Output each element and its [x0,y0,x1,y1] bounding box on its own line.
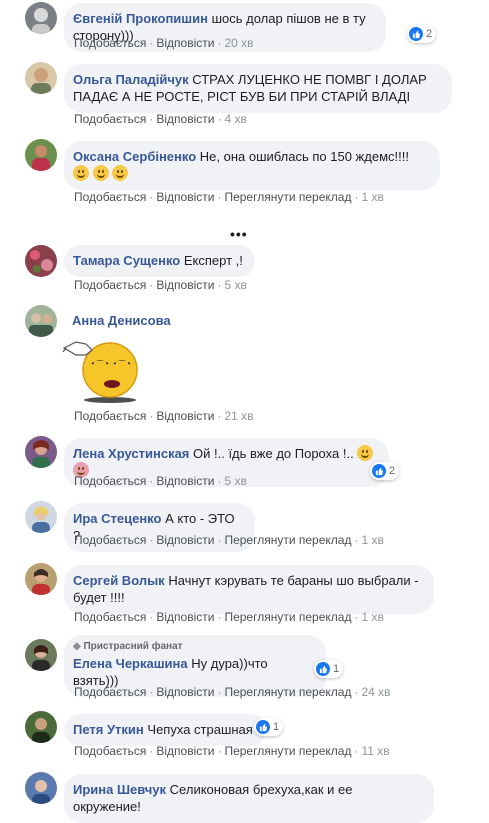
timestamp[interactable]: 4 хв [224,112,246,126]
comment-bubble: Тамара Сущенко Експерт ,! [64,245,255,277]
timestamp[interactable]: 1 хв [361,190,383,204]
like-reaction-icon [256,720,270,734]
comment-author[interactable]: Ирина Шевчук [73,782,166,797]
comment-author[interactable]: Ира Стеценко [73,511,161,526]
top-fan-label: Пристрасний фанат [83,641,183,652]
reply-button[interactable]: Відповісти [156,533,214,547]
diamond-icon: ◆ [73,641,81,652]
comment-text: Експерт ,! [183,253,243,268]
timestamp[interactable]: 1 хв [361,610,383,624]
reaction-count[interactable]: 2 [370,462,400,480]
reply-button[interactable]: Відповісти [156,474,214,488]
comment-author[interactable]: Ольга Паладійчук [73,72,189,87]
reaction-count[interactable]: 1 [314,660,344,678]
like-button[interactable]: Подобається [74,610,146,624]
comment-actions: Подобається · Відповісти · Переглянути перек… [74,190,384,204]
comment-actions: Подобається · Відповісти · Переглянути перек… [74,744,390,758]
reaction-number: 1 [333,663,340,675]
reply-button[interactable]: Відповісти [156,112,214,126]
comment-actions: Подобається · Відповісти · Переглянути перек… [74,533,384,547]
comment-bubble: Ольга Паладійчук СТРАХ ЛУЦЕНКО НЕ ПОМВГ … [64,64,452,113]
like-reaction-icon [316,662,330,676]
comment-actions: Подобається · Відповісти · 4 хв [74,112,247,126]
like-button[interactable]: Подобається [74,36,146,50]
like-button[interactable]: Подобається [74,190,146,204]
comment-author[interactable]: Анна Денисова [72,313,171,328]
avatar[interactable] [25,772,57,804]
comment-bubble: Оксана Сербіненко Не, она ошиблась по 15… [64,141,440,190]
comment-author[interactable]: Сергей Волык [73,573,165,588]
timestamp[interactable]: 1 хв [361,533,383,547]
comment-text: Не, она ошиблась по 150 ждемс!!!! [199,149,409,164]
comment-actions: Подобається · Відповісти · 5 хв [74,278,247,292]
avatar[interactable] [25,501,57,533]
timestamp[interactable]: 11 хв [361,744,389,758]
like-button[interactable]: Подобається [74,685,146,699]
comment-bubble: Ирина Шевчук Селиконовая брехуха,как и е… [64,774,434,823]
avatar[interactable] [25,711,57,743]
comment-author[interactable]: Тамара Сущенко [73,253,180,268]
avatar[interactable] [25,2,57,34]
avatar[interactable] [25,305,57,337]
comment-author[interactable]: Євгеній Прокопишин [73,11,208,26]
comment-text: Чепуха страшная [147,722,253,737]
comment-author[interactable]: Оксана Сербіненко [73,149,196,164]
reaction-number: 2 [389,465,396,477]
timestamp[interactable]: 5 хв [224,278,246,292]
comment-bubble: Сергей Волык Начнут кэрувать те бараны ш… [64,565,434,614]
more-comments-button[interactable]: ••• [230,226,248,242]
comment-actions: Подобається · Відповісти · 21 хв [74,409,254,423]
like-button[interactable]: Подобається [74,278,146,292]
timestamp[interactable]: 5 хв [224,474,246,488]
avatar[interactable] [25,139,57,171]
reaction-number: 1 [273,721,280,733]
reaction-number: 2 [426,28,433,40]
astonished-emoji-icon [357,445,374,461]
like-reaction-icon [409,27,423,41]
timestamp[interactable]: 24 хв [361,685,390,699]
reply-button[interactable]: Відповісти [156,36,214,50]
comment-author[interactable]: Лена Хрустинская [73,446,189,461]
reply-button[interactable]: Відповісти [156,409,214,423]
avatar[interactable] [25,62,57,94]
reply-button[interactable]: Відповісти [156,278,214,292]
grinning-emoji-icon [92,165,109,181]
avatar[interactable] [25,639,57,671]
comment-actions: Подобається · Відповісти · Переглянути перек… [74,610,384,624]
timestamp[interactable]: 20 хв [224,36,253,50]
comment-bubble: Петя Уткин Чепуха страшная [64,714,266,746]
avatar[interactable] [25,563,57,595]
like-button[interactable]: Подобається [74,533,146,547]
like-button[interactable]: Подобається [74,112,146,126]
grinning-emoji-icon [112,165,129,181]
like-button[interactable]: Подобається [74,474,146,488]
reply-button[interactable]: Відповісти [156,190,214,204]
avatar[interactable] [25,245,57,277]
comment-actions: Подобається · Відповісти · Переглянути перек… [74,685,391,699]
comment-actions: Подобається · Відповісти · 5 хв [74,474,247,488]
avatar[interactable] [25,436,57,468]
see-translation-link[interactable]: Переглянути переклад [224,533,351,547]
reply-button[interactable]: Відповісти [156,610,214,624]
like-reaction-icon [372,464,386,478]
comment-actions: Подобається · Відповісти · 20 хв [74,36,254,50]
reply-button[interactable]: Відповісти [156,685,214,699]
see-translation-link[interactable]: Переглянути переклад [224,744,351,758]
reaction-count[interactable]: 1 [254,718,284,736]
comment-text: Ой !.. їдь вже до Пороха !.. [193,446,354,461]
see-translation-link[interactable]: Переглянути переклад [224,190,351,204]
reaction-count[interactable]: 2 [407,25,437,43]
comment-author[interactable]: Петя Уткин [73,722,144,737]
grinning-emoji-icon [73,165,89,181]
see-translation-link[interactable]: Переглянути переклад [224,685,351,699]
reply-button[interactable]: Відповісти [156,744,214,758]
timestamp[interactable]: 21 хв [224,409,253,423]
sticker-emoji-icon [62,334,142,404]
comment-author[interactable]: Елена Черкашина [73,656,188,671]
like-button[interactable]: Подобається [74,409,146,423]
like-button[interactable]: Подобається [74,744,146,758]
top-fan-badge: ◆ Пристрасний фанат [73,641,314,653]
see-translation-link[interactable]: Переглянути переклад [224,610,351,624]
